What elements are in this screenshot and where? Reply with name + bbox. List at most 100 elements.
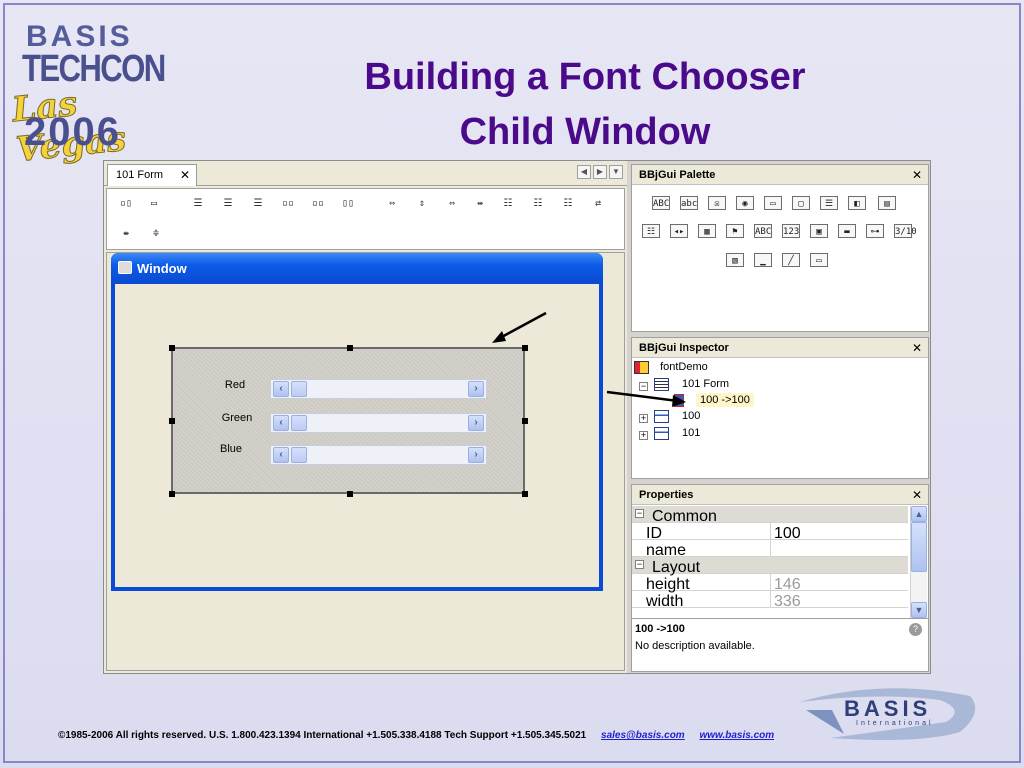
input-e-icon[interactable]: ABC [754,224,772,238]
blue-scrollbar[interactable]: ‹ › [270,445,487,465]
scroll-left-icon[interactable]: ‹ [273,415,289,431]
resize-handle[interactable] [169,491,175,497]
same-height-icon[interactable]: ⇕ [413,197,431,211]
scroll-right-icon[interactable]: › [468,381,484,397]
scroll-thumb[interactable] [291,447,307,463]
align-middle-icon[interactable]: ▯▯ [339,197,357,211]
input-n-icon[interactable]: 123 [782,224,800,238]
green-scrollbar[interactable]: ‹ › [270,413,487,433]
resize-handle[interactable] [522,418,528,424]
tab-list-icon[interactable]: ▼ [609,165,623,179]
inspector-close-icon[interactable]: ✕ [912,341,922,355]
align-icon[interactable]: ▭ [145,197,163,211]
align-left-icon[interactable]: ☰ [189,197,207,211]
table-icon[interactable]: ▦ [698,224,716,238]
project-icon [634,361,649,374]
resize-handle[interactable] [347,345,353,351]
group-box-icon[interactable]: ▢ [792,196,810,210]
properties-header: Properties ✕ [632,485,928,505]
center-vert-icon[interactable]: ≑ [147,227,165,241]
tree-item-100[interactable]: 100 [682,410,700,422]
tab-scroll-right-icon[interactable]: ▶ [593,165,607,179]
resize-handle[interactable] [169,418,175,424]
expand-icon[interactable]: + [639,414,648,423]
scroll-down-icon[interactable]: ▼ [911,602,927,618]
web-link[interactable]: www.basis.com [699,730,774,741]
space-horiz-icon[interactable]: ⇹ [471,197,489,211]
tab-close-icon[interactable]: ✕ [180,168,190,182]
inspector-title: BBjGui Inspector [639,342,729,354]
scroll-thumb[interactable] [291,415,307,431]
check-box-icon[interactable]: ☒ [708,196,726,210]
order-icon[interactable]: ☷ [559,197,577,211]
tool-button-icon[interactable]: ▧ [726,253,744,267]
tab-101-form[interactable]: 101 Form ✕ [107,164,197,186]
line-icon[interactable]: ╱ [782,253,800,267]
list-box-icon[interactable]: ☰ [820,196,838,210]
property-category-common[interactable]: − Common [632,506,908,525]
scroll-bar-icon[interactable]: ◂▸ [670,224,688,238]
align-top-icon[interactable]: ▫▫ [279,197,297,211]
scroll-right-icon[interactable]: › [468,447,484,463]
scroll-up-icon[interactable]: ▲ [911,506,927,522]
scroll-thumb[interactable] [291,381,307,397]
align-right-icon[interactable]: ☰ [219,197,237,211]
tree-item-100-100[interactable]: 100 ->100 [696,393,754,407]
property-row-name[interactable]: name [632,540,908,559]
selected-child-window[interactable]: Red ‹ › Green ‹ › Blue ‹ › [169,345,528,497]
align-center-icon[interactable]: ☰ [249,197,267,211]
align-icon[interactable]: ▫▯ [117,197,135,211]
menu-icon[interactable]: ▤ [878,196,896,210]
center-horiz-icon[interactable]: ⇼ [117,227,135,241]
layout-icon[interactable]: ⇄ [589,197,607,211]
property-row-id[interactable]: ID 100 [632,523,908,542]
tree-icon[interactable]: ⊶ [866,224,884,238]
tree-item-101[interactable]: 101 [682,427,700,439]
expand-icon[interactable]: + [639,431,648,440]
property-value[interactable]: 100 [770,523,908,542]
property-value[interactable]: 336 [770,591,908,610]
tree-item-fontdemo[interactable]: fontDemo [634,361,708,374]
child-window-icon[interactable]: ◧ [848,196,866,210]
resize-handle[interactable] [522,491,528,497]
date-icon[interactable]: 3/10 [894,224,917,238]
property-row-width[interactable]: width 336 [632,591,908,610]
same-size-icon[interactable]: ⇔ [443,197,461,211]
status-bar-icon[interactable]: ▁ [754,253,772,267]
red-scrollbar[interactable]: ‹ › [270,379,487,399]
scroll-thumb[interactable] [911,522,927,572]
property-value[interactable]: 146 [770,574,908,593]
email-link[interactable]: sales@basis.com [601,730,685,741]
collapse-icon[interactable]: − [635,509,644,518]
grid-icon[interactable]: ☷ [642,224,660,238]
same-width-icon[interactable]: ⇔ [383,197,401,211]
tab-icon[interactable]: ⚑ [726,224,744,238]
scroll-left-icon[interactable]: ‹ [273,447,289,463]
palette-close-icon[interactable]: ✕ [912,168,922,182]
window-icon[interactable]: ▭ [810,253,828,267]
static-text-icon[interactable]: ABC [652,196,670,210]
order-icon[interactable]: ☷ [529,197,547,211]
property-category-layout[interactable]: − Layout [632,557,908,576]
properties-close-icon[interactable]: ✕ [912,488,922,502]
edit-box-icon[interactable]: abc [680,196,698,210]
tab-scroll-left-icon[interactable]: ◀ [577,165,591,179]
collapse-icon[interactable]: − [635,560,644,569]
property-row-height[interactable]: height 146 [632,574,908,593]
window-titlebar[interactable]: Window [111,253,603,284]
palette-header: BBjGui Palette ✕ [632,165,928,185]
progress-bar-icon[interactable]: ▬ [838,224,856,238]
resize-handle[interactable] [347,491,353,497]
help-icon[interactable]: ? [909,623,922,636]
scroll-right-icon[interactable]: › [468,415,484,431]
image-icon[interactable]: ▣ [810,224,828,238]
resize-handle[interactable] [169,345,175,351]
scroll-left-icon[interactable]: ‹ [273,381,289,397]
button-icon[interactable]: ▭ [764,196,782,210]
align-bottom-icon[interactable]: ▫▫ [309,197,327,211]
radio-button-icon[interactable]: ◉ [736,196,754,210]
property-value[interactable] [770,540,908,556]
tab-navigation: ◀ ▶ ▼ [577,165,623,179]
space-vert-icon[interactable]: ☷ [499,197,517,211]
properties-scrollbar[interactable]: ▲ ▼ [910,506,927,618]
